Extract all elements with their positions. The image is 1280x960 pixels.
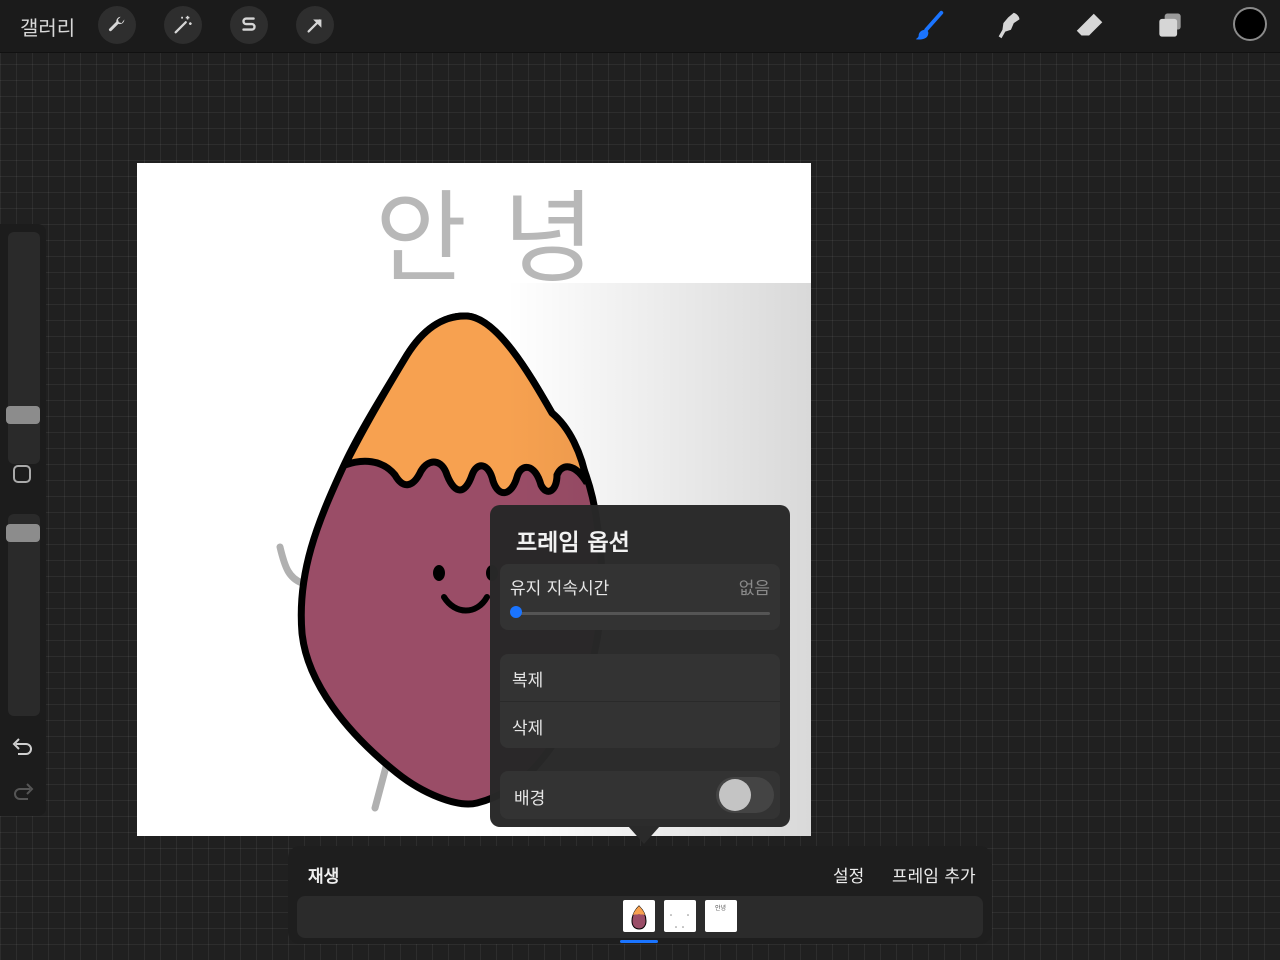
- magic-wand-icon[interactable]: [164, 6, 202, 44]
- add-frame-button[interactable]: 프레임 추가: [892, 862, 976, 887]
- settings-button[interactable]: 설정: [833, 862, 864, 887]
- opacity-slider-thumb[interactable]: [6, 524, 40, 542]
- selection-s-icon[interactable]: [230, 6, 268, 44]
- hold-duration-slider-knob[interactable]: [510, 606, 522, 618]
- hold-duration-group: 유지 지속시간 없음: [500, 564, 780, 630]
- redo-icon[interactable]: [10, 781, 36, 803]
- animation-timeline: 재생 설정 프레임 추가 안녕: [288, 846, 992, 944]
- transform-arrow-icon[interactable]: [296, 6, 334, 44]
- frame-strip: 안녕: [297, 896, 983, 938]
- hold-duration-slider[interactable]: [514, 612, 770, 615]
- frame-2-thumbnail: [670, 914, 689, 928]
- popover-arrow: [628, 826, 660, 844]
- play-button[interactable]: 재생: [308, 862, 339, 887]
- brush-icon[interactable]: [912, 8, 948, 44]
- active-frame-indicator: [620, 940, 658, 943]
- frame-options-popover: 프레임 옵션 유지 지속시간 없음 복제 삭제 배경: [490, 505, 790, 827]
- background-group: 배경: [500, 771, 780, 819]
- left-sidebar: [0, 224, 46, 816]
- color-swatch-button[interactable]: [1233, 7, 1267, 41]
- divider: [500, 701, 780, 702]
- frame-actions-group: 복제 삭제: [500, 654, 780, 748]
- undo-icon[interactable]: [10, 736, 36, 758]
- duplicate-button[interactable]: 복제: [512, 666, 543, 691]
- brush-size-slider[interactable]: [8, 232, 40, 464]
- background-label: 배경: [514, 789, 546, 809]
- frame-thumbnail-2[interactable]: [664, 900, 696, 932]
- opacity-slider[interactable]: [8, 514, 40, 716]
- wrench-icon[interactable]: [98, 6, 136, 44]
- brush-size-slider-thumb[interactable]: [6, 406, 40, 424]
- frame-3-mini-text: 안녕: [715, 905, 727, 912]
- popover-title: 프레임 옵션: [516, 530, 630, 556]
- frame-thumbnail-1[interactable]: [623, 900, 655, 932]
- frame-1-potato-thumbnail: [631, 905, 647, 930]
- delete-button[interactable]: 삭제: [512, 714, 543, 739]
- smudge-icon[interactable]: [992, 8, 1028, 44]
- top-toolbar: 갤러리: [0, 0, 1280, 53]
- toggle-knob: [719, 779, 751, 811]
- gallery-button[interactable]: 갤러리: [20, 12, 75, 41]
- frame-thumbnail-3[interactable]: 안녕: [705, 900, 737, 932]
- eraser-icon[interactable]: [1072, 8, 1108, 44]
- layers-icon[interactable]: [1152, 8, 1188, 44]
- background-toggle[interactable]: [716, 777, 774, 813]
- hold-duration-value: 없음: [738, 579, 770, 599]
- hold-duration-label: 유지 지속시간: [510, 579, 610, 599]
- modifier-button[interactable]: [13, 465, 31, 483]
